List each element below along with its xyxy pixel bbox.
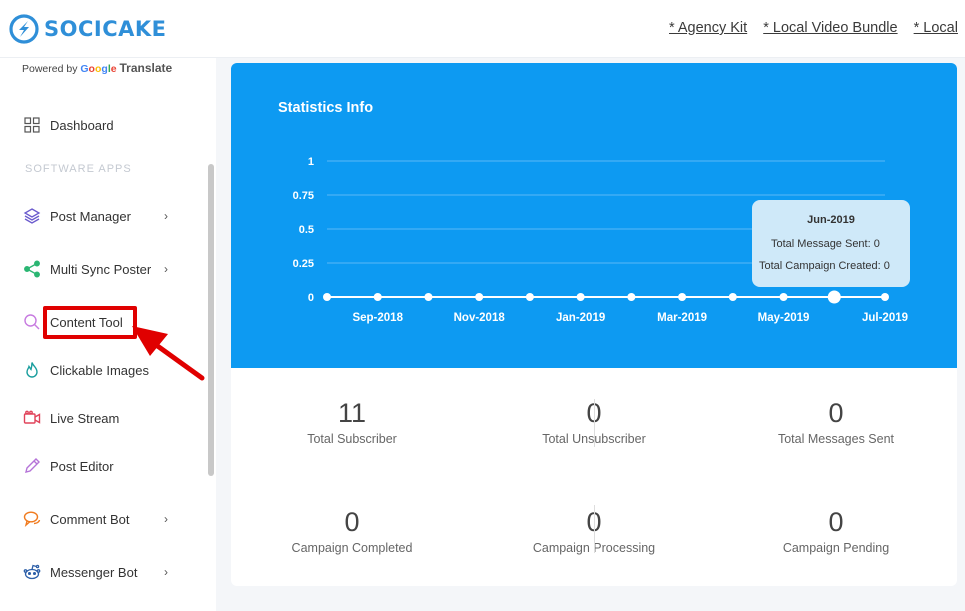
data-point	[678, 293, 687, 301]
sidebar-item-label: Comment Bot	[50, 511, 130, 527]
reddit-icon	[22, 562, 42, 582]
x-tick-label: May-2019	[758, 312, 810, 324]
top-link-local-video-bundle[interactable]: * Local Video Bundle	[763, 20, 897, 36]
stat-campaign-pending: 0 Campaign Pending	[721, 506, 951, 555]
y-tick-label: 0.5	[299, 224, 314, 236]
y-tick-label: 0.25	[293, 258, 314, 270]
chevron-right-icon: ›	[164, 209, 168, 223]
sidebar-item-post-manager[interactable]: Post Manager ›	[22, 204, 168, 228]
data-point	[627, 293, 636, 301]
stat-label: Campaign Completed	[291, 541, 413, 555]
stat-divider	[594, 399, 595, 447]
sidebar-item-post-editor[interactable]: Post Editor	[22, 454, 114, 478]
stat-label: Campaign Pending	[782, 541, 890, 555]
pencil-icon	[22, 456, 42, 476]
data-point	[475, 293, 484, 301]
sidebar-item-label: Dashboard	[50, 117, 114, 133]
data-point	[881, 293, 889, 301]
stat-value: 0	[828, 507, 844, 537]
socicake-logo-icon	[9, 14, 39, 44]
stat-divider	[594, 505, 595, 553]
sidebar-item-dashboard[interactable]: Dashboard	[22, 113, 114, 137]
data-point	[779, 293, 788, 301]
grid-icon	[22, 115, 42, 135]
sidebar-item-messenger-bot[interactable]: Messenger Bot ›	[22, 560, 168, 584]
chevron-right-icon: ›	[164, 565, 168, 579]
google-wordmark: Google	[80, 63, 117, 75]
x-tick-label: Nov-2018	[454, 312, 506, 324]
powered-by-text: Powered by	[22, 63, 78, 75]
stat-label: Total Subscriber	[307, 432, 397, 446]
chevron-right-icon: ›	[164, 512, 168, 526]
top-link-local[interactable]: * Local	[914, 20, 958, 36]
x-tick-label: Mar-2019	[657, 312, 707, 324]
tooltip-title: Jun-2019	[807, 214, 855, 226]
tooltip-campaign-created: Total Campaign Created: 0	[759, 260, 890, 272]
top-links: * Agency Kit * Local Video Bundle * Loca…	[669, 20, 965, 36]
top-link-agency-kit[interactable]: * Agency Kit	[669, 20, 747, 36]
logo[interactable]: SOCICAKE	[9, 14, 166, 44]
chevron-right-icon: ›	[164, 262, 168, 276]
fire-icon	[22, 360, 42, 380]
top-header: SOCICAKE * Agency Kit * Local Video Bund…	[0, 0, 965, 58]
dashboard-card: Statistics Info 0 0.25 0.5 0.75 1 Sep-2018 Nov…	[231, 63, 957, 586]
data-point	[525, 293, 534, 301]
sidebar-item-label: Live Stream	[50, 410, 120, 426]
data-point	[373, 293, 382, 301]
sidebar-item-label: Messenger Bot	[50, 564, 138, 580]
red-arrow-annotation	[132, 326, 205, 381]
stat-total-subscriber: 11 Total Subscriber	[237, 397, 467, 446]
sidebar-item-comment-bot[interactable]: Comment Bot ›	[22, 507, 168, 531]
sidebar-item-label: Post Manager	[50, 208, 131, 224]
content-tool-highlight-box	[43, 306, 137, 339]
stat-label: Total Messages Sent	[777, 432, 895, 446]
translate-text: Translate	[119, 61, 173, 75]
data-point	[424, 293, 433, 301]
sidebar-item-label: Post Editor	[50, 458, 114, 474]
data-point	[576, 293, 585, 301]
sidebar-item-label: Multi Sync Poster	[50, 261, 152, 277]
stat-value: 0	[828, 398, 844, 428]
x-tick-label: Jul-2019	[862, 312, 908, 324]
data-point	[323, 293, 331, 301]
brand-name: SOCICAKE	[44, 17, 167, 41]
share-icon	[22, 259, 42, 279]
active-data-point	[827, 290, 841, 304]
google-translate-powered[interactable]: Powered by Google Translate	[22, 61, 172, 75]
x-tick-label: Jan-2019	[556, 312, 605, 324]
stat-total-messages-sent: 0 Total Messages Sent	[721, 397, 951, 446]
stat-value: 0	[344, 507, 360, 537]
chart-tooltip: Jun-2019 Total Message Sent: 0 Total Cam…	[752, 200, 910, 287]
statistics-panel: Statistics Info 0 0.25 0.5 0.75 1 Sep-2018 Nov…	[231, 63, 957, 368]
search-icon	[22, 312, 42, 332]
video-icon	[22, 408, 42, 428]
sidebar-item-multi-sync-poster[interactable]: Multi Sync Poster ›	[22, 257, 168, 281]
x-tick-label: Sep-2018	[352, 312, 403, 324]
data-point	[728, 293, 737, 301]
section-label-software-apps: SOFTWARE APPS	[25, 163, 132, 175]
layers-icon	[22, 206, 42, 226]
stat-value: 11	[337, 398, 367, 428]
sidebar-scrollbar[interactable]	[208, 164, 214, 476]
y-tick-label: 1	[308, 156, 314, 168]
y-tick-label: 0	[308, 292, 314, 304]
stat-campaign-completed: 0 Campaign Completed	[237, 506, 467, 555]
tooltip-message-sent: Total Message Sent: 0	[771, 238, 880, 250]
sidebar-item-live-stream[interactable]: Live Stream	[22, 406, 119, 430]
chat-icon	[22, 509, 42, 529]
y-tick-label: 0.75	[293, 190, 314, 202]
